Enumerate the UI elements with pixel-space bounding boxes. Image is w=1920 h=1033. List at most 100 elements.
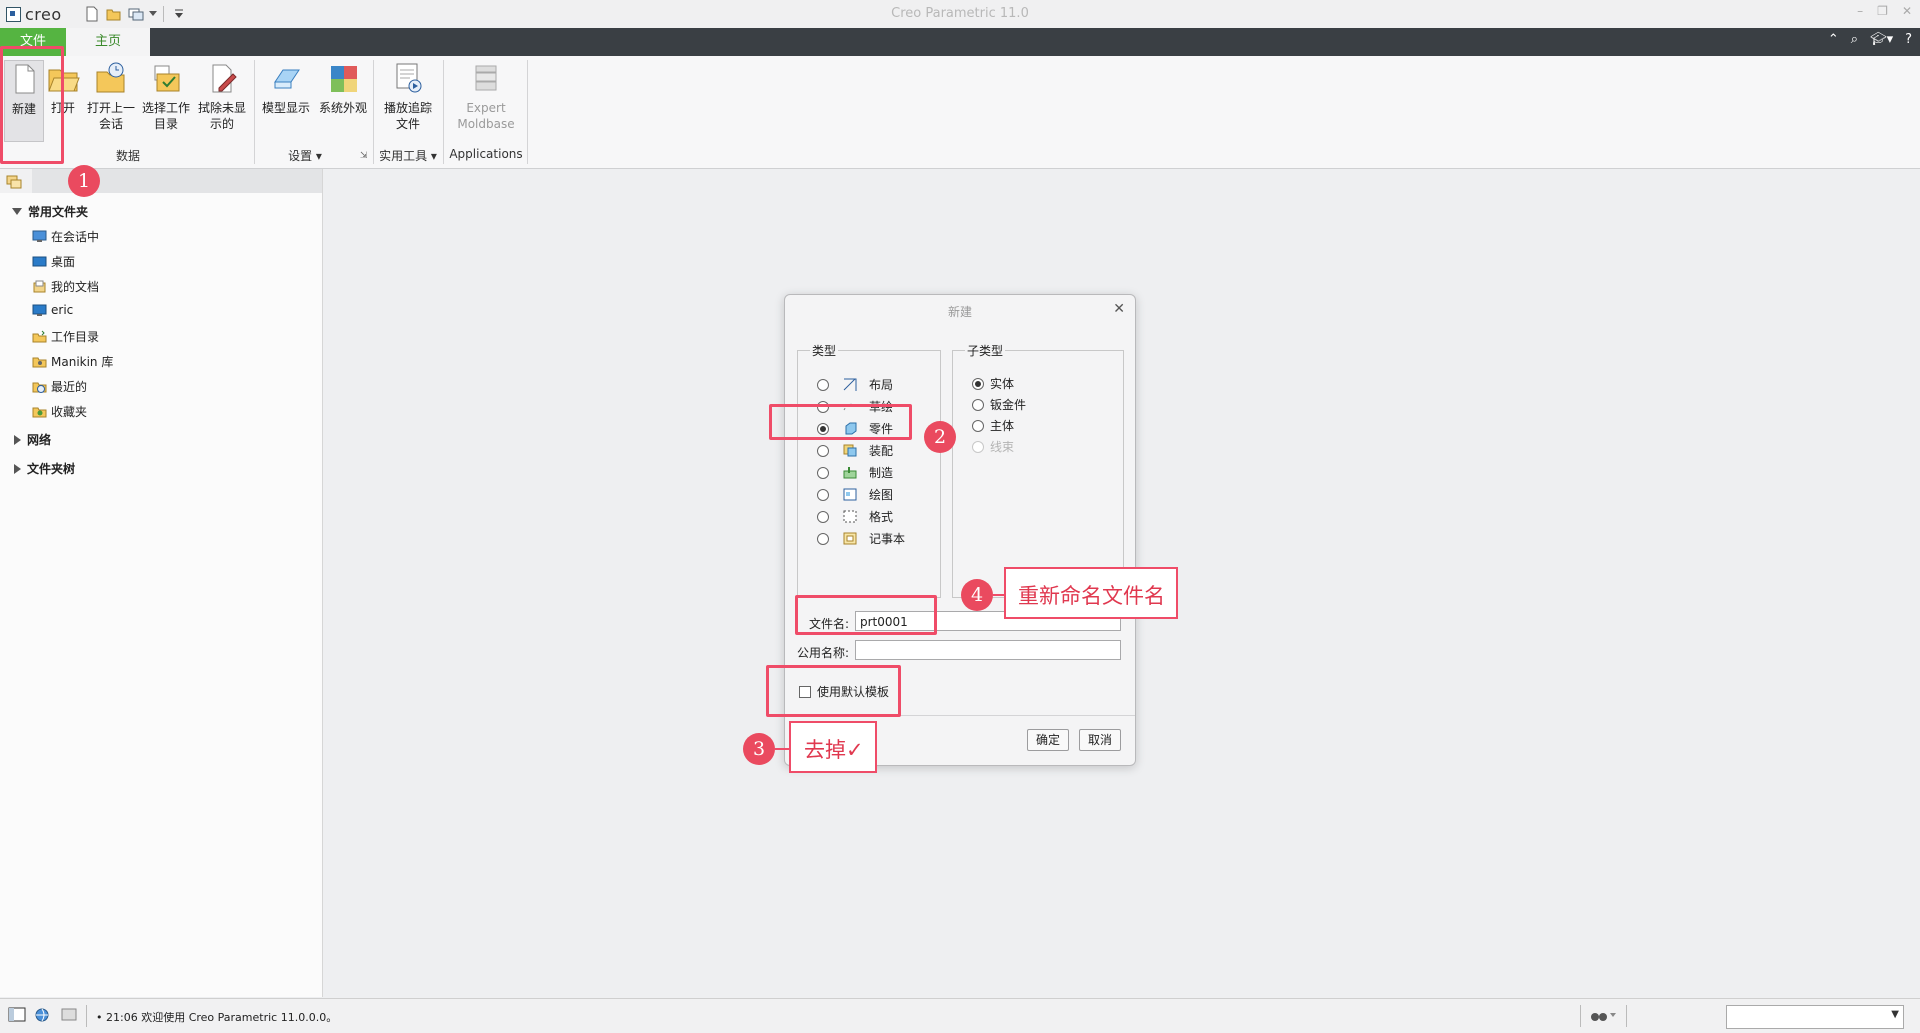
show-navigator-icon[interactable] — [8, 1007, 26, 1023]
group-utilities-label[interactable]: 实用工具 ▾ — [376, 147, 440, 164]
system-appearance-label: 系统外观 — [318, 101, 367, 115]
subtype-solid-option[interactable]: 实体 — [972, 375, 1014, 392]
cancel-button[interactable]: 取消 — [1079, 729, 1121, 751]
radio[interactable] — [817, 466, 829, 479]
minimize-icon[interactable]: – — [1857, 4, 1863, 18]
expert-moldbase-label-2: Moldbase — [457, 117, 515, 131]
dialog-close-icon[interactable]: ✕ — [1113, 301, 1125, 317]
working-folder-icon — [32, 330, 47, 343]
type-layout-option[interactable]: 布局 — [817, 376, 893, 393]
radio[interactable] — [817, 532, 829, 545]
settings-launcher-icon[interactable]: ⇲ — [360, 151, 368, 161]
collapse-icon[interactable] — [12, 208, 22, 215]
subtype-body-option[interactable]: 主体 — [972, 417, 1014, 434]
common-name-input[interactable] — [855, 640, 1121, 660]
browser-icon[interactable] — [33, 1007, 51, 1023]
group-settings-label[interactable]: 设置 ▾ — [258, 147, 352, 164]
computer-icon — [32, 304, 47, 316]
recent-icon — [32, 382, 47, 393]
type-manufacturing-option[interactable]: 制造 — [817, 464, 893, 481]
tree-item-manikin-library[interactable]: Manikin 库 — [32, 353, 113, 370]
tree-item-in-session[interactable]: 在会话中 — [32, 228, 99, 245]
ok-button[interactable]: 确定 — [1027, 729, 1069, 751]
note-3-box: 去掉✓ — [789, 721, 877, 773]
type-drawing-option[interactable]: 绘图 — [817, 486, 893, 503]
radio[interactable] — [817, 510, 829, 523]
model-display-button[interactable]: 模型显示 — [258, 60, 314, 116]
playback-trail-button[interactable]: 播放追踪 文件 — [378, 60, 438, 132]
ribbon-tab-strip: 文件 主页 ⌃ ⌕ 🎓︎▾ ? — [0, 28, 1920, 56]
common-folders-section[interactable]: 常用文件夹 — [12, 203, 88, 220]
drawing-icon — [843, 488, 857, 501]
highlight-filename — [795, 595, 937, 635]
open-last-session-label-2: 会话 — [98, 117, 123, 131]
network-section[interactable]: 网络 — [12, 431, 51, 448]
dialog-title: 新建 — [947, 305, 972, 319]
note-3-text: 去掉✓ — [804, 738, 864, 762]
documents-icon — [33, 280, 46, 293]
erase-not-displayed-button[interactable]: 拭除未显 示的 — [196, 60, 248, 132]
type-notebook-option[interactable]: 记事本 — [817, 530, 905, 547]
select-working-directory-label-2: 目录 — [153, 117, 178, 131]
ribbon: 新建 打开 打开上一 会话 选择工作 目录 拭除未显 示的 数据 模型显示 系统… — [0, 56, 1920, 169]
tree-item-recent[interactable]: 最近的 — [32, 378, 87, 395]
radio[interactable] — [817, 378, 829, 391]
radio[interactable] — [817, 444, 829, 457]
open-last-session-button[interactable]: 打开上一 会话 — [85, 60, 137, 132]
format-icon — [843, 510, 857, 523]
folder-navigator: 常用文件夹 在会话中 桌面 我的文档 eric 工作目录 Manikin 库 最… — [0, 169, 323, 997]
radio[interactable] — [972, 398, 984, 411]
model-display-label: 模型显示 — [261, 101, 310, 115]
tab-home[interactable]: 主页 — [66, 28, 150, 56]
window-title: Creo Parametric 11.0 — [891, 6, 1029, 21]
restore-icon[interactable]: ❐ — [1877, 4, 1888, 18]
type-assembly-option[interactable]: 装配 — [817, 442, 893, 459]
expand-icon[interactable] — [14, 463, 21, 474]
expand-icon[interactable] — [14, 434, 21, 445]
subtype-harness-option: 线束 — [972, 438, 1014, 455]
status-message: • 21:06 欢迎使用 Creo Parametric 11.0.0.0。 — [96, 1011, 338, 1024]
full-screen-icon[interactable] — [60, 1007, 78, 1023]
tree-item-my-documents[interactable]: 我的文档 — [32, 278, 99, 295]
radio[interactable] — [817, 488, 829, 501]
find-icon[interactable] — [1590, 1007, 1616, 1023]
playback-trail-label-2: 文件 — [395, 117, 420, 131]
note-4-box: 重新命名文件名 — [1004, 567, 1178, 619]
tree-item-working-directory[interactable]: 工作目录 — [32, 328, 99, 345]
subtype-sheetmetal-option[interactable]: 钣金件 — [972, 396, 1026, 413]
highlight-default-template — [766, 665, 901, 717]
radio-disabled — [972, 440, 984, 453]
radio[interactable] — [972, 419, 984, 432]
common-name-label: 公用名称: — [797, 646, 850, 660]
radio-selected[interactable] — [972, 377, 984, 390]
tree-item-favorites[interactable]: 收藏夹 — [32, 403, 87, 420]
chevron-up-icon[interactable]: ⌃ — [1828, 32, 1839, 47]
tree-item-eric[interactable]: eric — [32, 303, 73, 317]
select-working-directory-button[interactable]: 选择工作 目录 — [140, 60, 192, 132]
selection-filter-dropdown[interactable]: ▼ — [1726, 1005, 1904, 1029]
tree-item-desktop[interactable]: 桌面 — [32, 253, 75, 270]
search-icon[interactable]: ⌕ — [1851, 32, 1858, 47]
erase-icon — [212, 64, 237, 93]
folder-browser-tab-icon[interactable] — [6, 173, 22, 192]
close-window-icon[interactable]: ✕ — [1902, 4, 1912, 18]
erase-label-1: 拭除未显 — [197, 101, 246, 115]
window-controls: – ❐ ✕ — [1857, 4, 1912, 18]
folder-tree-section[interactable]: 文件夹树 — [12, 460, 75, 477]
tabstrip-right-tools: ⌃ ⌕ 🎓︎▾ ? — [1828, 32, 1912, 47]
expert-moldbase-button[interactable]: Expert Moldbase — [448, 60, 524, 132]
question-icon[interactable]: ? — [1905, 32, 1912, 47]
system-appearance-button[interactable]: 系统外观 — [316, 60, 370, 116]
favorites-icon — [32, 407, 47, 418]
title-bar: creo Creo Parametric 11.0 – ❐ ✕ — [0, 0, 1920, 29]
working-directory-icon — [154, 65, 180, 92]
system-appearance-icon — [331, 66, 357, 92]
notebook-icon — [843, 532, 857, 545]
graduation-icon[interactable]: 🎓︎▾ — [1870, 32, 1893, 47]
layout-icon — [843, 378, 857, 391]
type-format-option[interactable]: 格式 — [817, 508, 893, 525]
highlight-part-option — [769, 404, 912, 440]
monitor-icon — [32, 230, 47, 242]
moldbase-icon — [475, 65, 497, 91]
note-4-text: 重新命名文件名 — [1018, 584, 1165, 608]
